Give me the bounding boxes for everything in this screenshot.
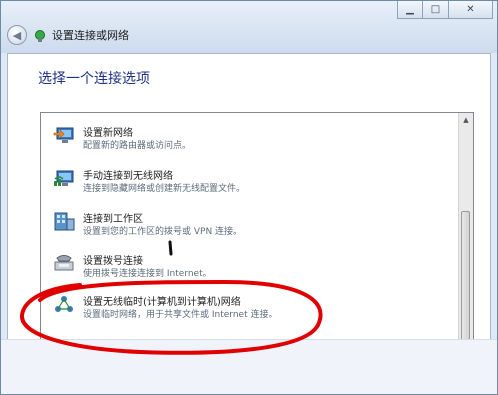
dialup-modem-icon — [53, 252, 75, 274]
wizard-footer — [1, 339, 497, 394]
close-button[interactable]: ✕ — [449, 1, 493, 19]
adhoc-network-icon — [53, 293, 75, 315]
option-label: 设置拨号连接 — [83, 256, 143, 267]
new-network-icon — [53, 124, 75, 146]
title-bar: ▁ □ ✕ ◀ 设置连接或网络 — [1, 1, 497, 53]
back-button[interactable]: ◀ — [7, 25, 27, 45]
option-setup-adhoc[interactable]: 设置无线临时(计算机到计算机)网络 设置临时网络，用于共享文件或 Interne… — [49, 290, 449, 330]
window-title: 设置连接或网络 — [52, 29, 129, 42]
maximize-button[interactable]: □ — [423, 1, 449, 19]
option-description: 配置新的路由器或访问点。 — [83, 141, 192, 151]
scroll-thumb[interactable] — [461, 211, 470, 359]
minimize-button[interactable]: ▁ — [397, 1, 423, 19]
page-heading: 选择一个连接选项 — [38, 71, 150, 87]
option-connect-workplace[interactable]: 连接到工作区 设置到您的工作区的拨号或 VPN 连接。 — [49, 207, 449, 247]
content-panel: 选择一个连接选项 设置新网络 配置新的路由器或访问点。 手动连接到无线网络 连接… — [7, 53, 491, 382]
option-setup-new-network[interactable]: 设置新网络 配置新的路由器或访问点。 — [49, 121, 449, 161]
workplace-icon — [53, 210, 75, 232]
option-label: 连接到工作区 — [83, 214, 143, 225]
option-label: 设置新网络 — [83, 128, 133, 139]
option-description: 设置临时网络，用于共享文件或 Internet 连接。 — [83, 310, 278, 320]
wizard-window: ▁ □ ✕ ◀ 设置连接或网络 选择一个连接选项 设置新网络 配置新的路由器或访… — [0, 0, 498, 395]
caption-buttons: ▁ □ ✕ — [397, 1, 493, 19]
nav-row: ◀ 设置连接或网络 — [7, 25, 129, 45]
option-description: 使用拨号连接连接到 Internet。 — [83, 269, 212, 279]
option-setup-dialup[interactable]: 设置拨号连接 使用拨号连接连接到 Internet。 — [49, 249, 449, 289]
network-globe-icon — [33, 28, 47, 42]
wireless-network-icon — [53, 167, 75, 189]
option-description: 设置到您的工作区的拨号或 VPN 连接。 — [83, 227, 243, 237]
back-arrow-icon: ◀ — [12, 28, 22, 42]
option-label: 手动连接到无线网络 — [83, 171, 173, 182]
scroll-up-arrow-icon[interactable]: ▲ — [459, 113, 473, 127]
option-label: 设置无线临时(计算机到计算机)网络 — [83, 297, 241, 308]
option-description: 连接到隐藏网络或创建新无线配置文件。 — [83, 184, 246, 194]
option-manual-wireless[interactable]: 手动连接到无线网络 连接到隐藏网络或创建新无线配置文件。 — [49, 164, 449, 204]
